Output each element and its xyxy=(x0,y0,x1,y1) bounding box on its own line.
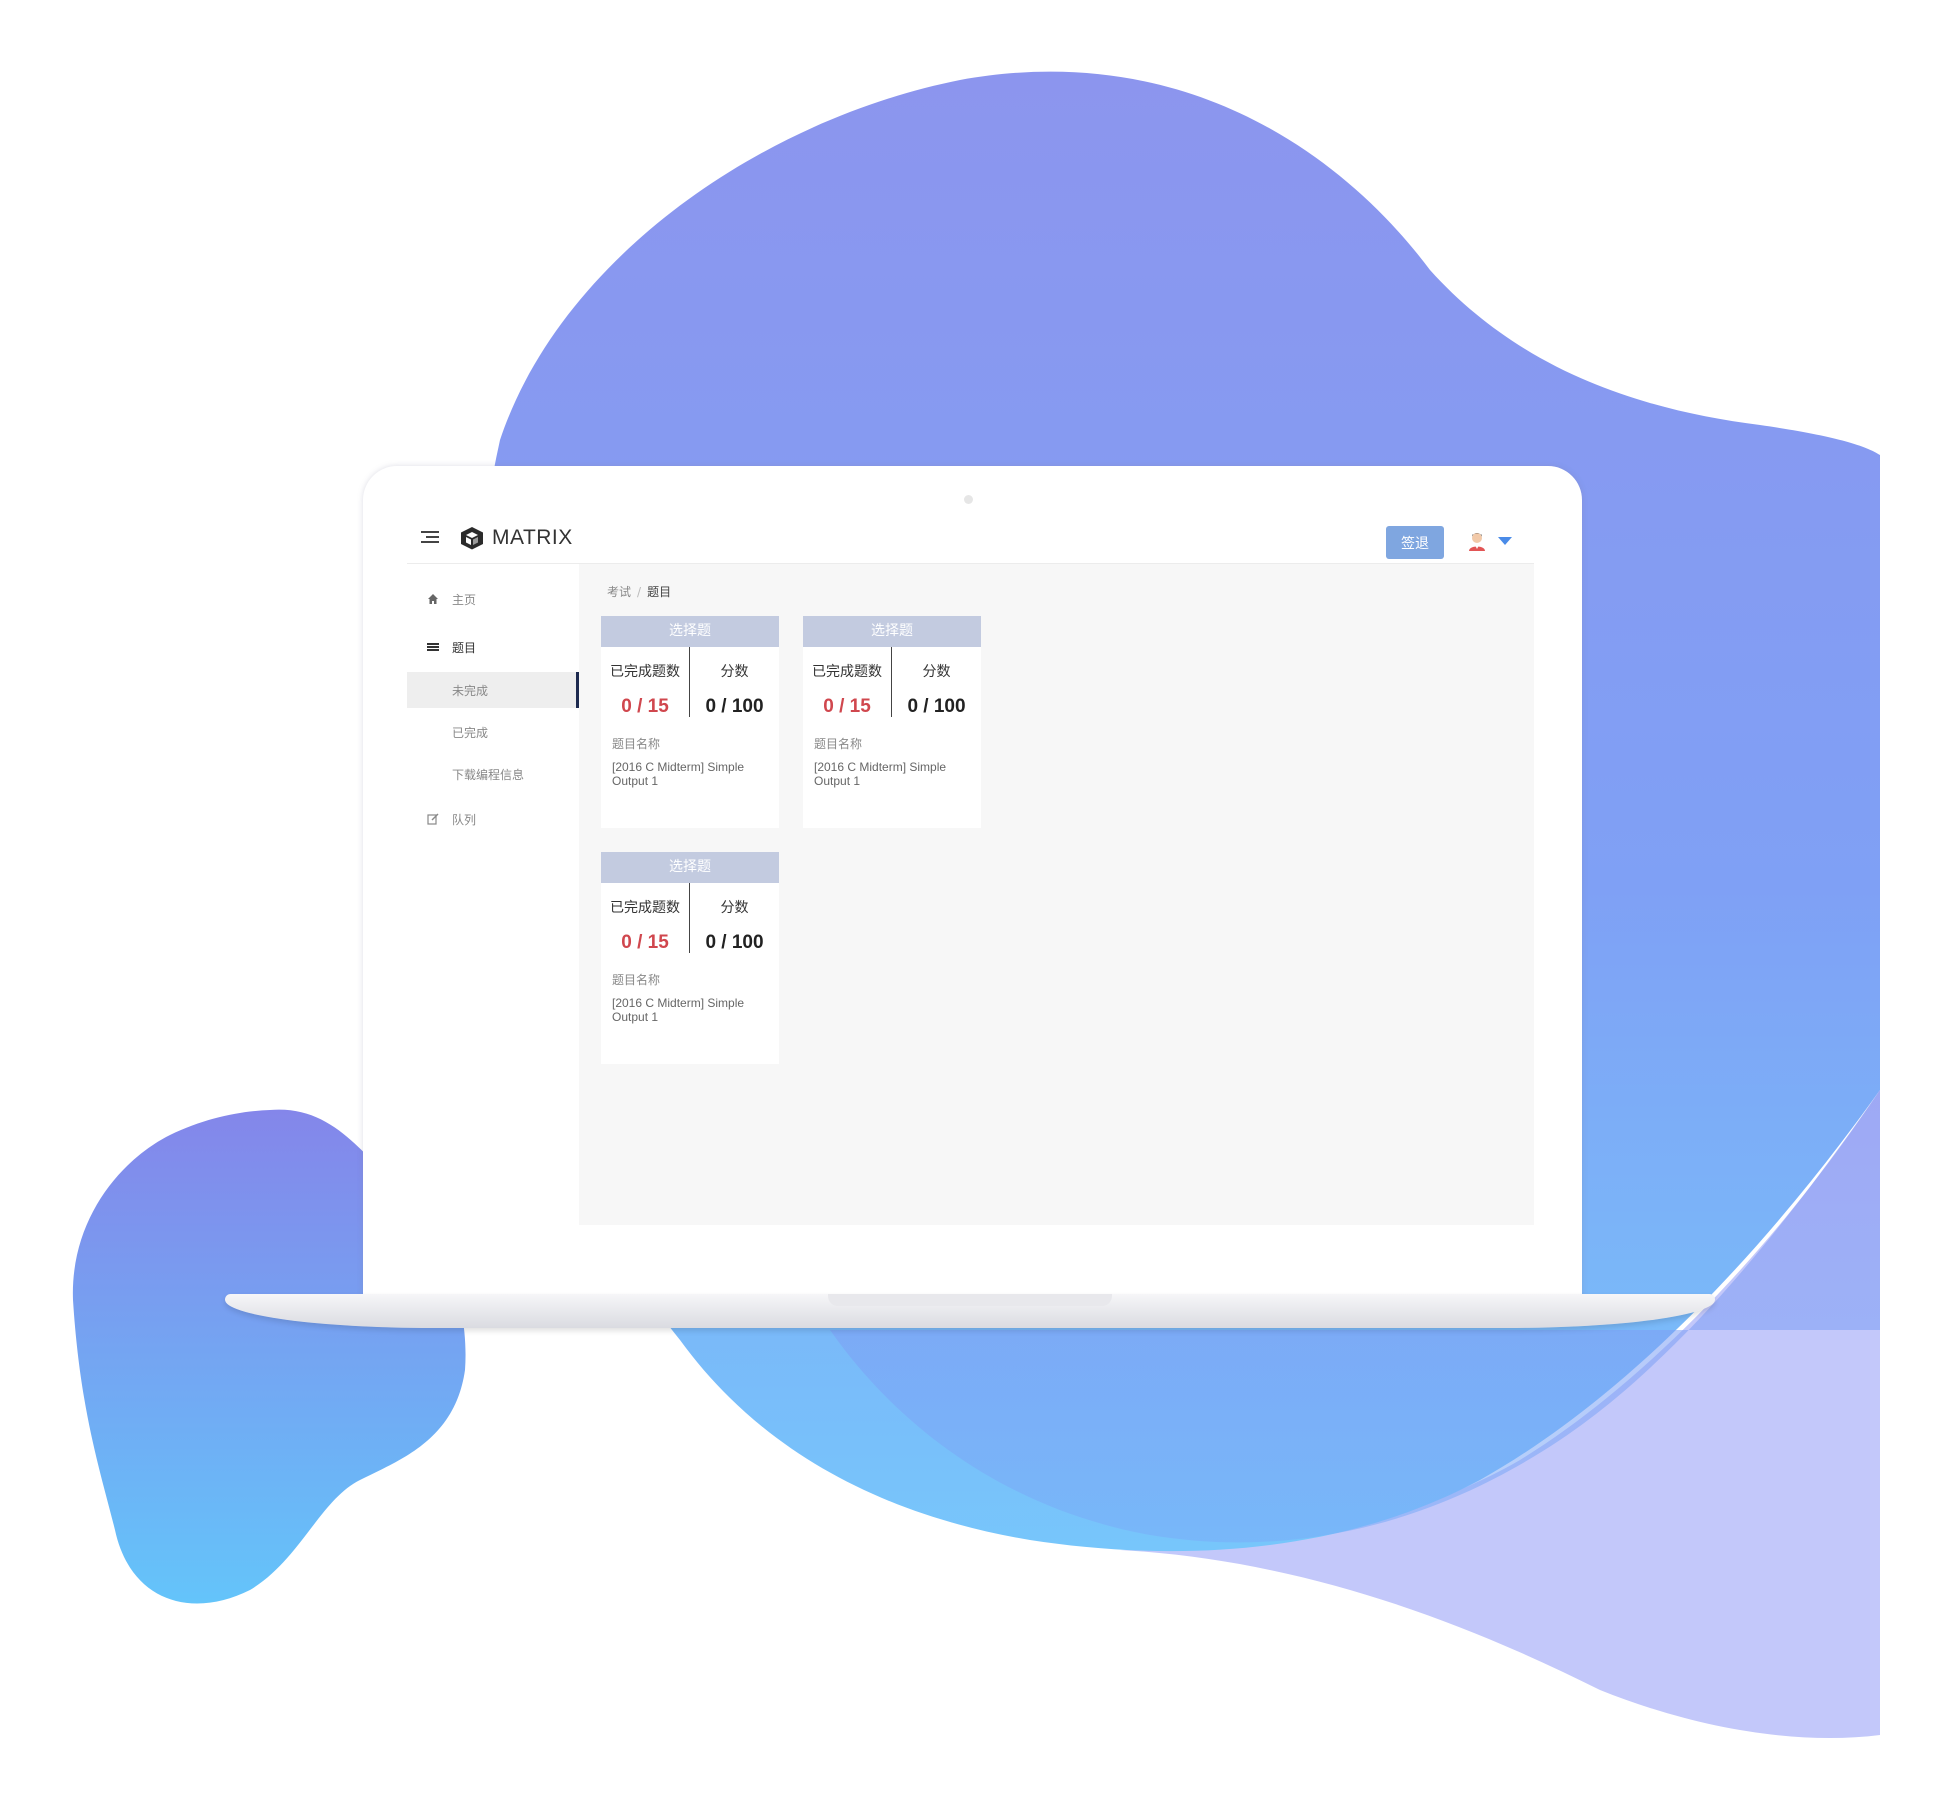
card-type-header[interactable]: 选择题 xyxy=(601,616,779,647)
score-value: 0 / 100 xyxy=(705,696,764,717)
breadcrumb-separator: / xyxy=(637,585,642,599)
completed-label: 已完成题数 xyxy=(812,664,882,680)
sidebar-item-label: 已完成 xyxy=(452,726,489,740)
webcam-dot xyxy=(964,495,973,504)
edit-icon xyxy=(427,813,439,825)
sidebar-item-label: 题目 xyxy=(452,641,477,655)
breadcrumb: 考试 / 题目 xyxy=(607,583,671,600)
completed-value: 0 / 15 xyxy=(621,696,669,717)
breadcrumb-current: 题目 xyxy=(647,585,672,599)
score: 分数 0 / 100 xyxy=(690,647,779,717)
list-icon xyxy=(427,643,439,651)
completed-value: 0 / 15 xyxy=(621,932,669,953)
problem-card[interactable]: 选择题 已完成题数 0 / 15 分数 0 / 100 题目名称 [2016 C… xyxy=(601,616,779,828)
completed-count: 已完成题数 0 / 15 xyxy=(601,647,690,717)
completed-label: 已完成题数 xyxy=(610,900,680,916)
score-label: 分数 xyxy=(922,664,951,680)
completed-count: 已完成题数 0 / 15 xyxy=(601,883,690,953)
sidebar-item-download-info[interactable]: 下载编程信息 xyxy=(407,756,579,792)
sidebar-item-unfinished[interactable]: 未完成 xyxy=(407,672,579,708)
completed-value: 0 / 15 xyxy=(823,696,871,717)
score-value: 0 / 100 xyxy=(705,932,764,953)
problem-name-label: 题目名称 xyxy=(814,737,863,751)
sidebar-item-finished[interactable]: 已完成 xyxy=(407,714,579,750)
app-window: MATRIX 签退 主页 题目 未完成 已完成 下载编程信息 队列 考试 / 题… xyxy=(407,513,1534,1225)
card-type-header[interactable]: 选择题 xyxy=(601,852,779,883)
home-icon xyxy=(428,594,438,604)
caret-down-icon[interactable] xyxy=(1498,537,1512,545)
brand-name: MATRIX xyxy=(492,526,573,549)
sidebar-item-label: 下载编程信息 xyxy=(452,768,525,782)
score-label: 分数 xyxy=(720,900,749,916)
sidebar-item-home[interactable]: 主页 xyxy=(407,581,579,617)
problem-name-label: 题目名称 xyxy=(612,973,661,987)
score: 分数 0 / 100 xyxy=(690,883,779,953)
card-type-header[interactable]: 选择题 xyxy=(803,616,981,647)
sidebar-item-label: 主页 xyxy=(452,593,477,607)
signout-button[interactable]: 签退 xyxy=(1386,526,1444,559)
problem-name-label: 题目名称 xyxy=(612,737,661,751)
main-content: 考试 / 题目 选择题 已完成题数 0 / 15 分数 0 / 100 题目名称 [… xyxy=(579,564,1534,1225)
sidebar-item-problems[interactable]: 题目 xyxy=(407,629,579,665)
user-avatar-icon[interactable] xyxy=(1466,530,1488,552)
breadcrumb-parent[interactable]: 考试 xyxy=(607,585,631,599)
completed-count: 已完成题数 0 / 15 xyxy=(803,647,892,717)
sidebar-item-label: 未完成 xyxy=(452,684,489,698)
completed-label: 已完成题数 xyxy=(610,664,680,680)
sidebar: 主页 题目 未完成 已完成 下载编程信息 队列 xyxy=(407,564,579,1225)
score-value: 0 / 100 xyxy=(907,696,966,717)
laptop-notch xyxy=(828,1294,1112,1306)
hamburger-icon[interactable] xyxy=(421,531,439,545)
matrix-cube-icon xyxy=(461,527,483,550)
problem-name: [2016 C Midterm] Simple Output 1 xyxy=(612,996,745,1024)
problem-name: [2016 C Midterm] Simple Output 1 xyxy=(612,760,745,788)
sidebar-item-label: 队列 xyxy=(452,813,477,827)
top-header: MATRIX 签退 xyxy=(407,513,1534,564)
problem-name: [2016 C Midterm] Simple Output 1 xyxy=(814,760,947,788)
problem-card[interactable]: 选择题 已完成题数 0 / 15 分数 0 / 100 题目名称 [2016 C… xyxy=(601,852,779,1064)
problem-card[interactable]: 选择题 已完成题数 0 / 15 分数 0 / 100 题目名称 [2016 C… xyxy=(803,616,981,828)
score-label: 分数 xyxy=(720,664,749,680)
score: 分数 0 / 100 xyxy=(892,647,981,717)
sidebar-item-queue[interactable]: 队列 xyxy=(407,801,579,837)
